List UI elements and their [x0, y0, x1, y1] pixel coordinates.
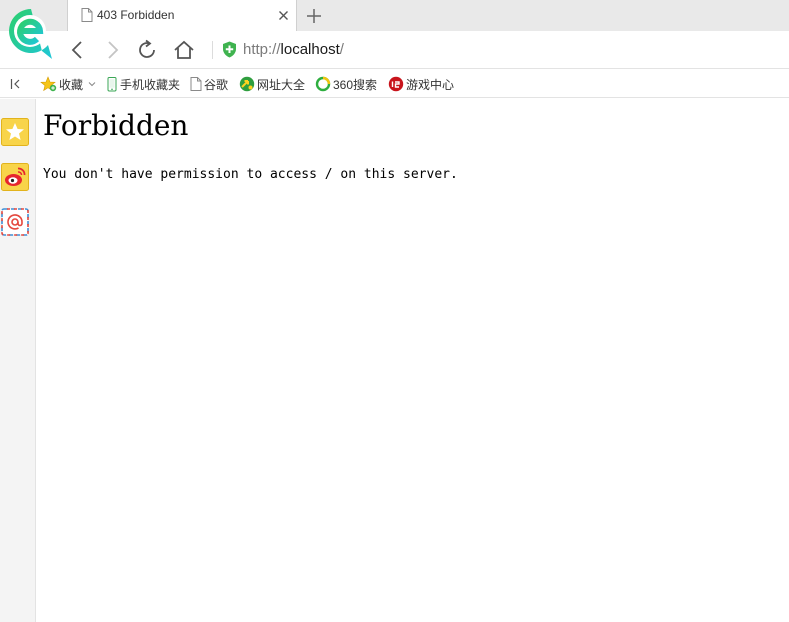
bookmark-game-center[interactable]: 游戏中心	[388, 76, 454, 92]
new-tab-icon[interactable]	[305, 7, 323, 25]
favorites-star-icon[interactable]	[1, 118, 29, 146]
bookmark-favorites[interactable]: 收藏	[40, 76, 99, 92]
error-message: You don't have permission to access / on…	[43, 167, 458, 182]
weibo-icon[interactable]	[1, 163, 29, 191]
tab-strip: 403 Forbidden	[0, 0, 789, 31]
page-icon	[190, 77, 202, 91]
navigation-bar: http://localhost/	[0, 31, 789, 69]
bookmark-mobile-favorites[interactable]: 手机收藏夹	[107, 76, 180, 92]
bookmark-label: 谷歌	[204, 77, 229, 92]
bookmark-label: 收藏	[59, 77, 84, 92]
bookmark-360-search[interactable]: 360搜索	[315, 76, 377, 92]
bookmark-label: 手机收藏夹	[120, 77, 181, 92]
close-tab-icon[interactable]	[278, 10, 289, 21]
secure-shield-icon[interactable]	[222, 41, 237, 58]
tab-active[interactable]: 403 Forbidden	[67, 0, 297, 31]
page-content: Forbidden You don't have permission to a…	[43, 106, 458, 184]
home-icon[interactable]	[172, 39, 196, 61]
forward-icon[interactable]	[100, 39, 124, 61]
back-icon[interactable]	[66, 39, 90, 61]
bookmark-label: 360搜索	[333, 77, 378, 92]
tab-title: 403 Forbidden	[97, 8, 175, 22]
360-search-icon	[315, 76, 331, 92]
url-scheme: http://	[243, 41, 281, 58]
page-icon	[81, 8, 93, 22]
chevron-down-icon	[88, 82, 96, 87]
divider	[212, 41, 213, 59]
bookmarks-bar: 收藏 手机收藏夹 谷歌 网址大全 360搜索 游戏中心	[0, 70, 789, 98]
bookmark-label: 网址大全	[257, 77, 306, 92]
game-center-icon	[388, 76, 404, 92]
url-path: /	[339, 41, 344, 58]
page-title: Forbidden	[43, 109, 189, 142]
bookmark-label: 游戏中心	[406, 77, 455, 92]
collapse-sidebar-icon[interactable]	[10, 78, 22, 90]
url-host: localhost	[280, 41, 340, 58]
browser-logo-icon[interactable]	[6, 7, 56, 61]
url-directory-icon	[239, 76, 255, 92]
refresh-icon[interactable]	[136, 39, 160, 61]
bookmark-google[interactable]: 谷歌	[190, 76, 228, 92]
phone-icon	[107, 76, 117, 91]
mail-at-icon[interactable]	[1, 208, 29, 236]
bookmark-url-directory[interactable]: 网址大全	[239, 76, 305, 92]
address-bar[interactable]: http://localhost/	[243, 40, 344, 59]
star-add-icon	[40, 76, 57, 92]
sidebar	[0, 99, 36, 622]
